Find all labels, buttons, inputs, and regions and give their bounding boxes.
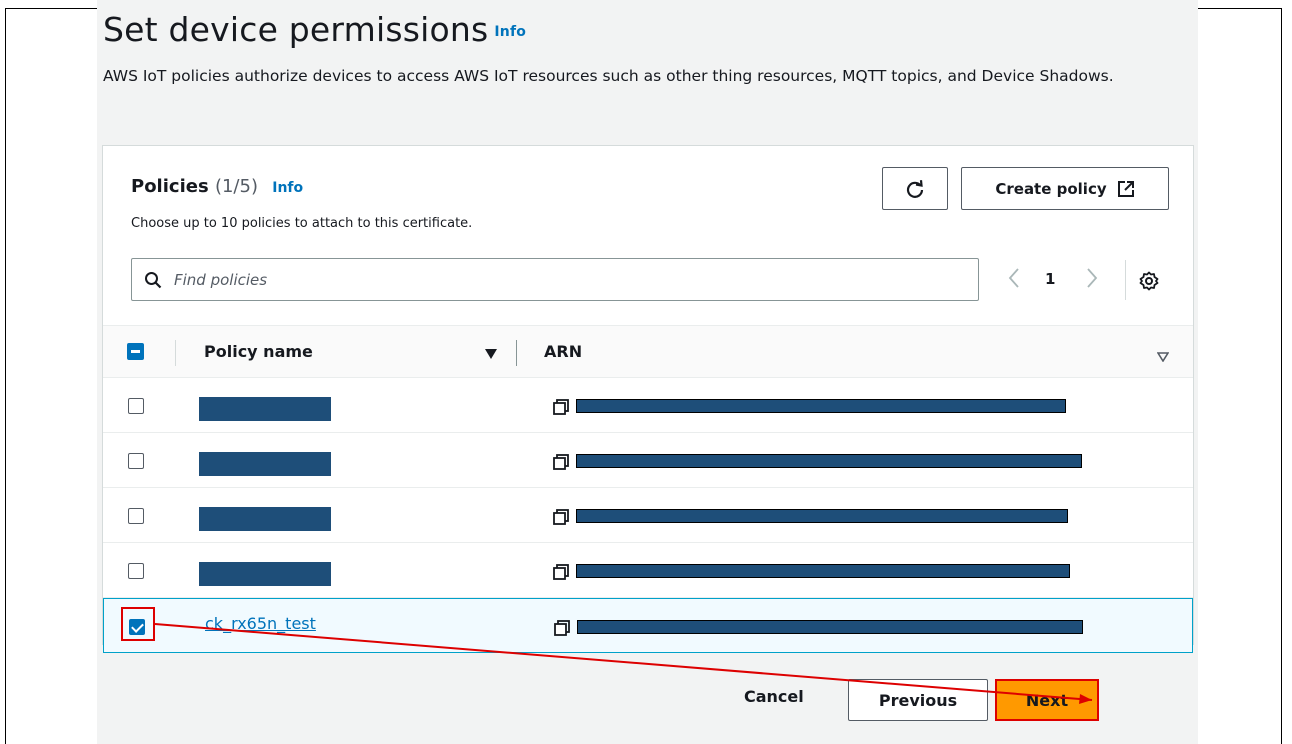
sort-down-icon[interactable] xyxy=(484,345,498,364)
redacted-arn xyxy=(576,399,1066,413)
policy-name-link[interactable]: ck_rx65n_test xyxy=(205,614,316,633)
policies-heading: Policies (1/5) Info xyxy=(131,176,303,197)
policies-count: (1/5) xyxy=(214,176,258,197)
cancel-button[interactable]: Cancel xyxy=(744,687,804,706)
table-row[interactable] xyxy=(103,488,1193,543)
external-link-icon xyxy=(1117,180,1135,198)
search-icon xyxy=(144,271,162,293)
table-row[interactable] xyxy=(103,378,1193,433)
redacted-arn xyxy=(576,454,1082,468)
row-checkbox[interactable] xyxy=(128,563,144,579)
search-field xyxy=(131,258,979,301)
copy-icon[interactable] xyxy=(552,398,570,420)
previous-button[interactable]: Previous xyxy=(848,679,988,721)
table-row-selected[interactable]: ck_rx65n_test xyxy=(103,598,1193,653)
create-policy-label: Create policy xyxy=(995,179,1107,198)
column-header-arn[interactable]: ARN xyxy=(544,342,582,361)
refresh-button[interactable] xyxy=(882,167,948,210)
page-content: Set device permissions Info AWS IoT polic… xyxy=(97,0,1198,744)
row-checkbox[interactable] xyxy=(128,508,144,524)
table-row[interactable] xyxy=(103,543,1193,598)
sort-down-icon[interactable] xyxy=(1156,347,1170,366)
copy-icon[interactable] xyxy=(552,453,570,475)
column-resizer[interactable] xyxy=(516,340,517,366)
search-input[interactable] xyxy=(174,267,954,293)
title-info-link[interactable]: Info xyxy=(494,24,526,40)
column-divider xyxy=(175,340,176,366)
chevron-left-icon[interactable] xyxy=(1007,267,1021,293)
redacted-arn xyxy=(577,620,1083,634)
redacted-policy-name xyxy=(199,452,331,476)
settings-icon[interactable] xyxy=(1139,271,1159,295)
annotation-highlight-box xyxy=(121,607,155,641)
row-checkbox[interactable] xyxy=(128,398,144,414)
redacted-policy-name xyxy=(199,507,331,531)
policies-info-link[interactable]: Info xyxy=(272,180,303,196)
redacted-policy-name xyxy=(199,397,331,421)
table-row[interactable] xyxy=(103,433,1193,488)
redacted-arn xyxy=(576,564,1070,578)
policies-table: Policy name ARN ck_rx65n_test xyxy=(103,325,1193,653)
redacted-policy-name xyxy=(199,562,331,586)
policies-panel: Policies (1/5) Info Choose up to 10 poli… xyxy=(102,145,1194,653)
table-header: Policy name ARN xyxy=(103,325,1193,378)
frame-border-right xyxy=(1281,8,1282,744)
chevron-right-icon[interactable] xyxy=(1085,267,1099,293)
refresh-icon xyxy=(906,179,924,198)
page-title-text: Set device permissions xyxy=(103,10,489,49)
page-title: Set device permissions Info xyxy=(103,10,526,49)
column-header-policy-name[interactable]: Policy name xyxy=(204,342,313,361)
policies-subtitle: Choose up to 10 policies to attach to th… xyxy=(131,216,473,231)
pager-divider xyxy=(1125,260,1126,300)
row-checkbox[interactable] xyxy=(128,453,144,469)
page-number[interactable]: 1 xyxy=(1045,270,1055,288)
frame-border-left xyxy=(5,8,6,744)
copy-icon[interactable] xyxy=(552,508,570,530)
copy-icon[interactable] xyxy=(552,563,570,585)
page-description: AWS IoT policies authorize devices to ac… xyxy=(103,67,1114,85)
select-all-checkbox[interactable] xyxy=(127,343,144,360)
create-policy-button[interactable]: Create policy xyxy=(961,167,1169,210)
redacted-arn xyxy=(576,509,1068,523)
next-button[interactable]: Next xyxy=(995,679,1099,721)
policies-title: Policies xyxy=(131,176,209,197)
copy-icon[interactable] xyxy=(553,619,571,641)
